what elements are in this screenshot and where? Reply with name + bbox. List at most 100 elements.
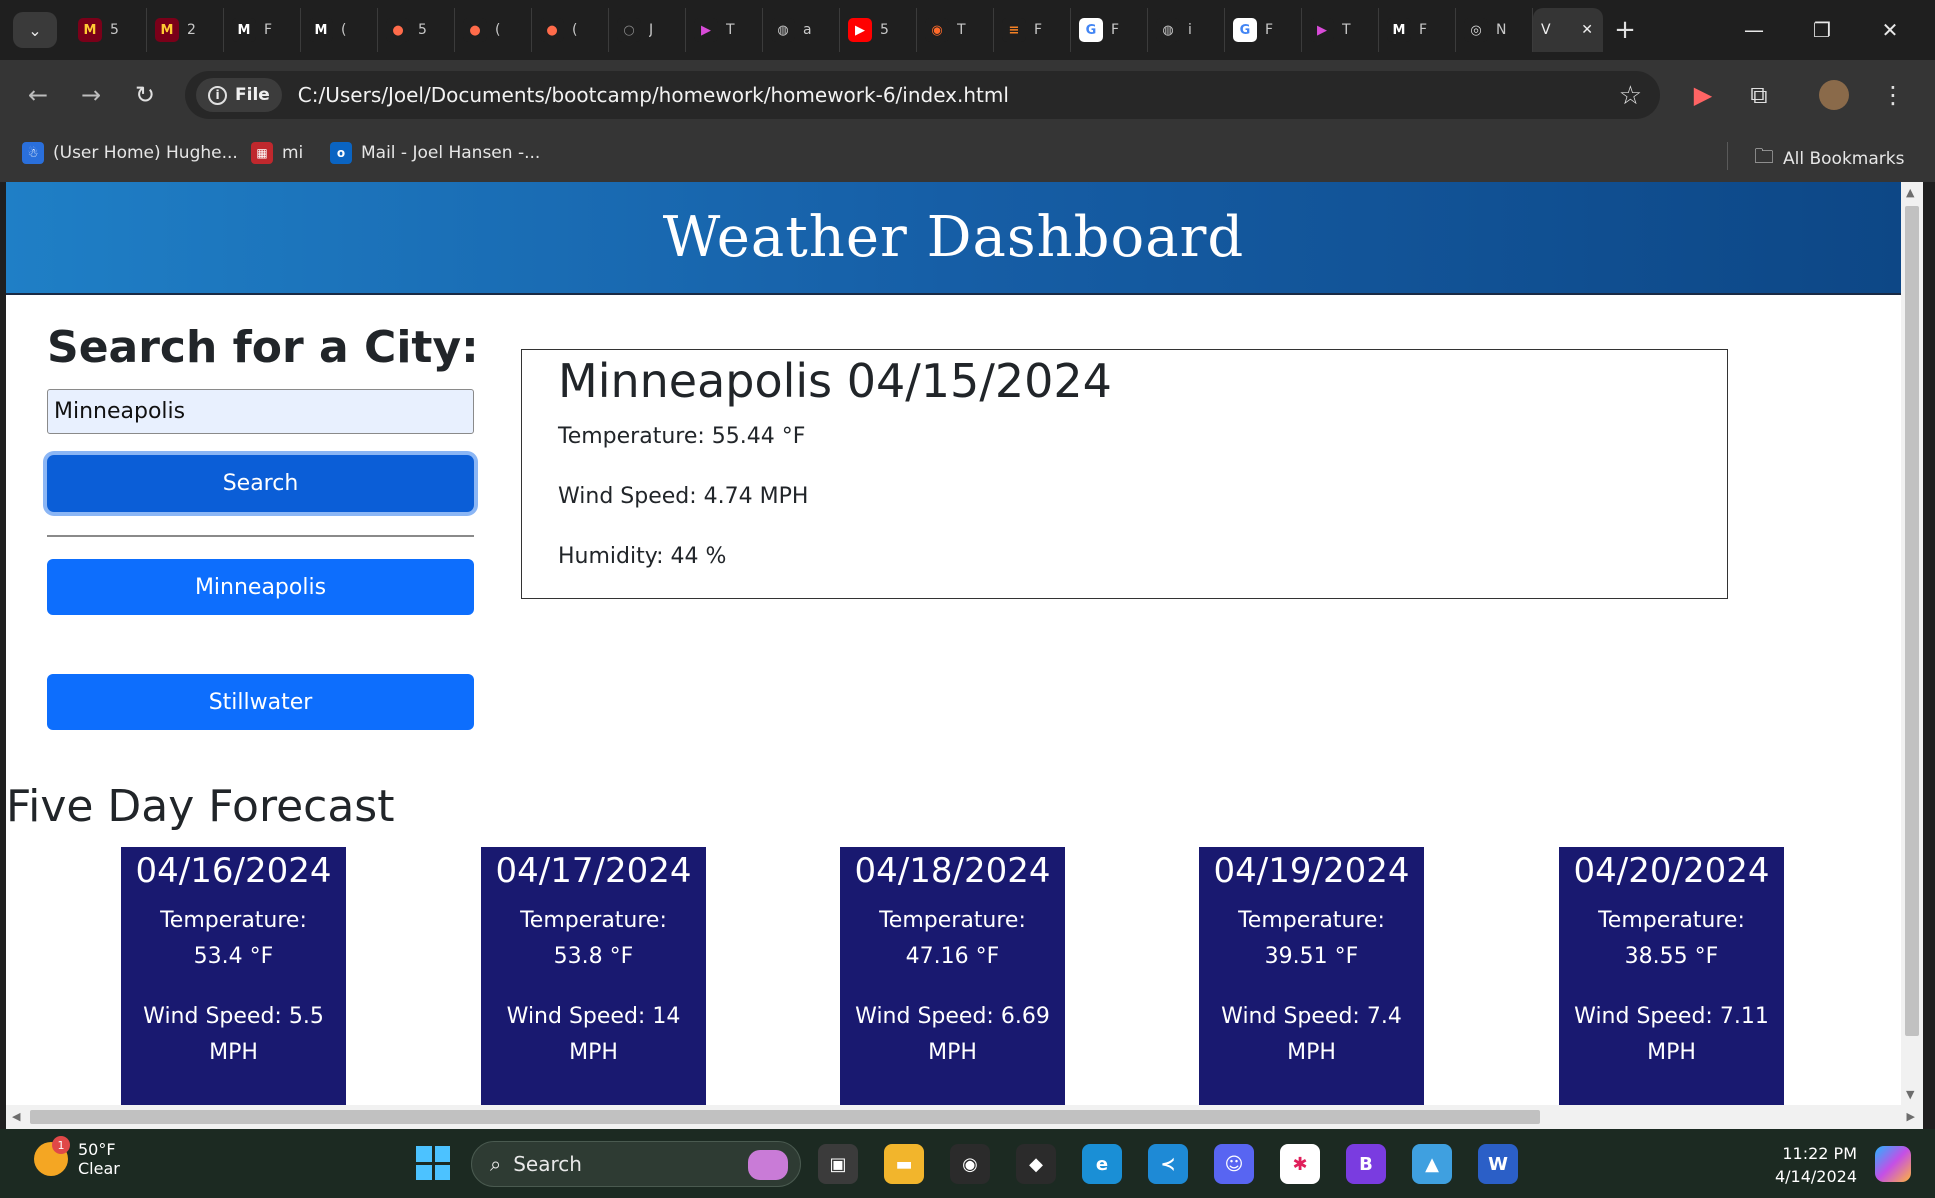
browser-tab[interactable]: GF <box>1071 8 1148 52</box>
forecast-wind-label: Wind Speed: 6.69 <box>855 1004 1050 1029</box>
reload-button[interactable]: ↻ <box>127 77 163 113</box>
tab-title: 5 <box>880 22 889 38</box>
scroll-left-icon[interactable]: ◀ <box>12 1110 20 1123</box>
browser-tab[interactable]: MF <box>224 8 301 52</box>
tab-favicon-icon: ● <box>540 18 564 42</box>
browser-tab[interactable]: M( <box>301 8 378 52</box>
search-divider <box>47 535 474 537</box>
edge-icon[interactable]: e <box>1082 1144 1122 1184</box>
taskbar-search-label: Search <box>513 1152 582 1176</box>
word-icon[interactable]: W <box>1478 1144 1518 1184</box>
browser-tab[interactable]: MF <box>1379 8 1456 52</box>
scroll-up-icon[interactable]: ▲ <box>1906 186 1914 199</box>
browser-tab[interactable]: ◍ i <box>1148 8 1225 52</box>
current-temperature: Temperature: 55.44 °F <box>558 424 806 449</box>
back-button[interactable]: ← <box>20 77 56 113</box>
tab-search-menu-button[interactable]: ⌄ <box>13 12 57 48</box>
task-view-icon[interactable]: ▣ <box>818 1144 858 1184</box>
notification-badge: 1 <box>52 1136 70 1154</box>
tab-favicon-icon: ○ <box>617 18 641 42</box>
browser-tab[interactable]: ≡ F <box>994 8 1071 52</box>
bookmark-star-icon[interactable]: ☆ <box>1619 81 1642 111</box>
browser-tab[interactable]: GF <box>1225 8 1302 52</box>
profile-avatar[interactable] <box>1815 76 1853 114</box>
horizontal-scroll-thumb[interactable] <box>30 1110 1540 1124</box>
tab-title: J <box>649 22 654 38</box>
browser-tab[interactable]: ▶ 5 <box>840 8 917 52</box>
discord-icon[interactable]: ☺ <box>1214 1144 1254 1184</box>
bookmark-item[interactable]: ☃ (User Home) Hughe... <box>22 142 238 164</box>
tab-favicon-icon: M <box>155 18 179 42</box>
browser-tab[interactable]: M5 <box>70 8 147 52</box>
bookmarks-divider <box>1727 142 1728 170</box>
bookmark-item[interactable]: ▦ mi <box>251 142 303 164</box>
vertical-scrollbar[interactable]: ▲ ▼ <box>1901 182 1923 1105</box>
active-tab-title: V <box>1541 22 1551 38</box>
kebab-menu-icon[interactable]: ⋮ <box>1874 76 1912 114</box>
chrome-icon[interactable]: ◉ <box>950 1144 990 1184</box>
slack-icon[interactable]: ✱ <box>1280 1144 1320 1184</box>
tab-favicon-icon: ▶ <box>694 18 718 42</box>
forecast-temp-label: Temperature: <box>879 908 1026 933</box>
weather-widget[interactable]: 1 50°F Clear <box>34 1136 120 1178</box>
browser-tab[interactable]: ▶ T <box>1302 8 1379 52</box>
browser-tab[interactable]: ● 5 <box>378 8 455 52</box>
tab-title: 2 <box>187 22 196 38</box>
restore-button[interactable]: ❐ <box>1788 0 1856 60</box>
browser-tab[interactable]: ●( <box>532 8 609 52</box>
browser-tab[interactable]: ▶ T <box>686 8 763 52</box>
horizontal-scrollbar[interactable]: ◀ ▶ <box>6 1105 1923 1129</box>
browser-tab[interactable]: ◉ T <box>917 8 994 52</box>
copilot-icon[interactable] <box>1875 1146 1911 1182</box>
bootstrap-icon[interactable]: B <box>1346 1144 1386 1184</box>
extensions-puzzle-icon[interactable]: ⧉ <box>1740 76 1778 114</box>
tab-title: i <box>1188 22 1192 38</box>
forecast-date: 04/16/2024 <box>135 851 332 891</box>
taskbar-search-box[interactable]: ⌕ Search <box>471 1141 801 1187</box>
all-bookmarks-label: All Bookmarks <box>1783 149 1905 169</box>
history-button-minneapolis[interactable]: Minneapolis <box>47 559 474 615</box>
history-button-stillwater[interactable]: Stillwater <box>47 674 474 730</box>
tab-favicon-icon: M <box>1387 18 1411 42</box>
tab-favicon-icon: ≡ <box>1002 18 1026 42</box>
scroll-down-icon[interactable]: ▼ <box>1906 1088 1914 1101</box>
url-text[interactable]: C:/Users/Joel/Documents/bootcamp/homewor… <box>298 83 1009 107</box>
browser-tab[interactable]: ◍ a <box>763 8 840 52</box>
chevron-down-icon: ⌄ <box>28 20 42 40</box>
site-info-chip[interactable]: i File <box>196 78 282 112</box>
close-window-button[interactable]: ✕ <box>1856 0 1924 60</box>
file-explorer-icon[interactable]: ▬ <box>884 1144 924 1184</box>
scroll-right-icon[interactable]: ▶ <box>1907 1110 1915 1123</box>
system-clock[interactable]: 11:22 PM 4/14/2024 <box>1775 1142 1857 1188</box>
forward-button[interactable]: → <box>73 77 109 113</box>
extension-record-icon[interactable]: ▶ <box>1684 76 1722 114</box>
minimize-button[interactable]: — <box>1720 0 1788 60</box>
active-browser-tab[interactable]: V ✕ <box>1533 8 1603 52</box>
browser-toolbar: ← → ↻ i File C:/Users/Joel/Documents/boo… <box>0 60 1935 130</box>
tab-favicon-icon: ● <box>463 18 487 42</box>
page-viewport: Weather Dashboard Search for a City: Sea… <box>6 182 1901 1105</box>
all-bookmarks-button[interactable]: 🗀 All Bookmarks <box>1754 142 1904 176</box>
photos-icon[interactable]: ▲ <box>1412 1144 1452 1184</box>
git-icon[interactable]: ◆ <box>1016 1144 1056 1184</box>
search-heading: Search for a City: <box>47 322 479 373</box>
city-search-input[interactable] <box>47 389 474 434</box>
browser-tab[interactable]: ●( <box>455 8 532 52</box>
current-wind-speed: Wind Speed: 4.74 MPH <box>558 484 809 509</box>
close-tab-icon[interactable]: ✕ <box>1581 22 1593 38</box>
page-header: Weather Dashboard <box>6 182 1901 295</box>
forecast-temp-label: Temperature: <box>520 908 667 933</box>
tab-title: F <box>1419 22 1428 38</box>
bookmark-item[interactable]: o Mail - Joel Hansen -... <box>330 142 540 164</box>
browser-tab[interactable]: ◎ N <box>1456 8 1533 52</box>
browser-tab[interactable]: M2 <box>147 8 224 52</box>
new-tab-button[interactable]: + <box>1603 8 1647 52</box>
close-icon: ✕ <box>1881 18 1899 42</box>
vertical-scroll-thumb[interactable] <box>1905 206 1919 1036</box>
vscode-icon[interactable]: ≺ <box>1148 1144 1188 1184</box>
forecast-wind-unit: MPH <box>1647 1040 1696 1065</box>
address-bar[interactable]: i File C:/Users/Joel/Documents/bootcamp/… <box>185 71 1660 119</box>
browser-tab[interactable]: ○ J <box>609 8 686 52</box>
windows-start-icon[interactable] <box>416 1146 450 1180</box>
search-button[interactable]: Search <box>47 455 474 512</box>
